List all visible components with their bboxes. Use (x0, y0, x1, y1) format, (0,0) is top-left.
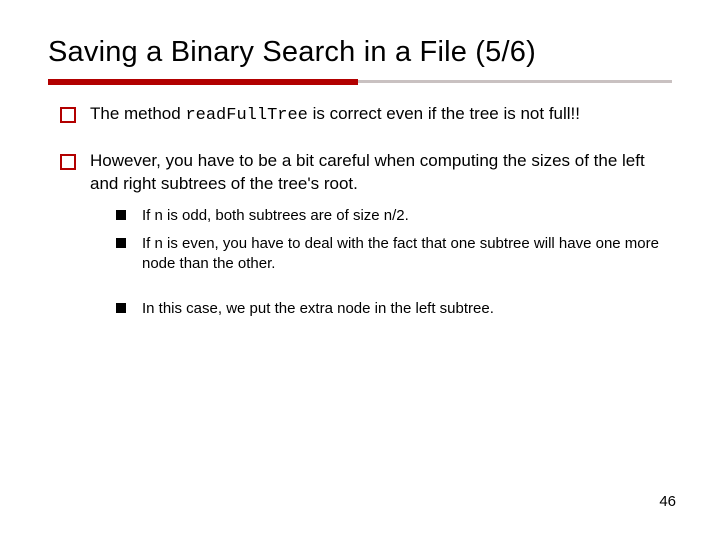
bullet-2a: If n is odd, both subtrees are of size n… (116, 206, 660, 226)
bullet-2-text: However, you have to be a bit careful wh… (90, 151, 645, 193)
bullet-2b: If n is even, you have to deal with the … (116, 234, 660, 275)
page-number: 46 (659, 493, 676, 510)
bullet-1: The method readFullTree is correct even … (60, 103, 660, 128)
slide-body: The method readFullTree is correct even … (0, 85, 720, 319)
title-rule (48, 79, 672, 85)
bullet-2c: In this case, we put the extra node in t… (116, 299, 660, 319)
slide-title: Saving a Binary Search in a File (5/6) (48, 36, 672, 69)
bullet-1-pre: The method (90, 104, 185, 123)
bullet-1-code: readFullTree (185, 106, 307, 125)
bullet-1-post: is correct even if the tree is not full!… (308, 104, 580, 123)
bullet-2: However, you have to be a bit careful wh… (60, 150, 660, 319)
